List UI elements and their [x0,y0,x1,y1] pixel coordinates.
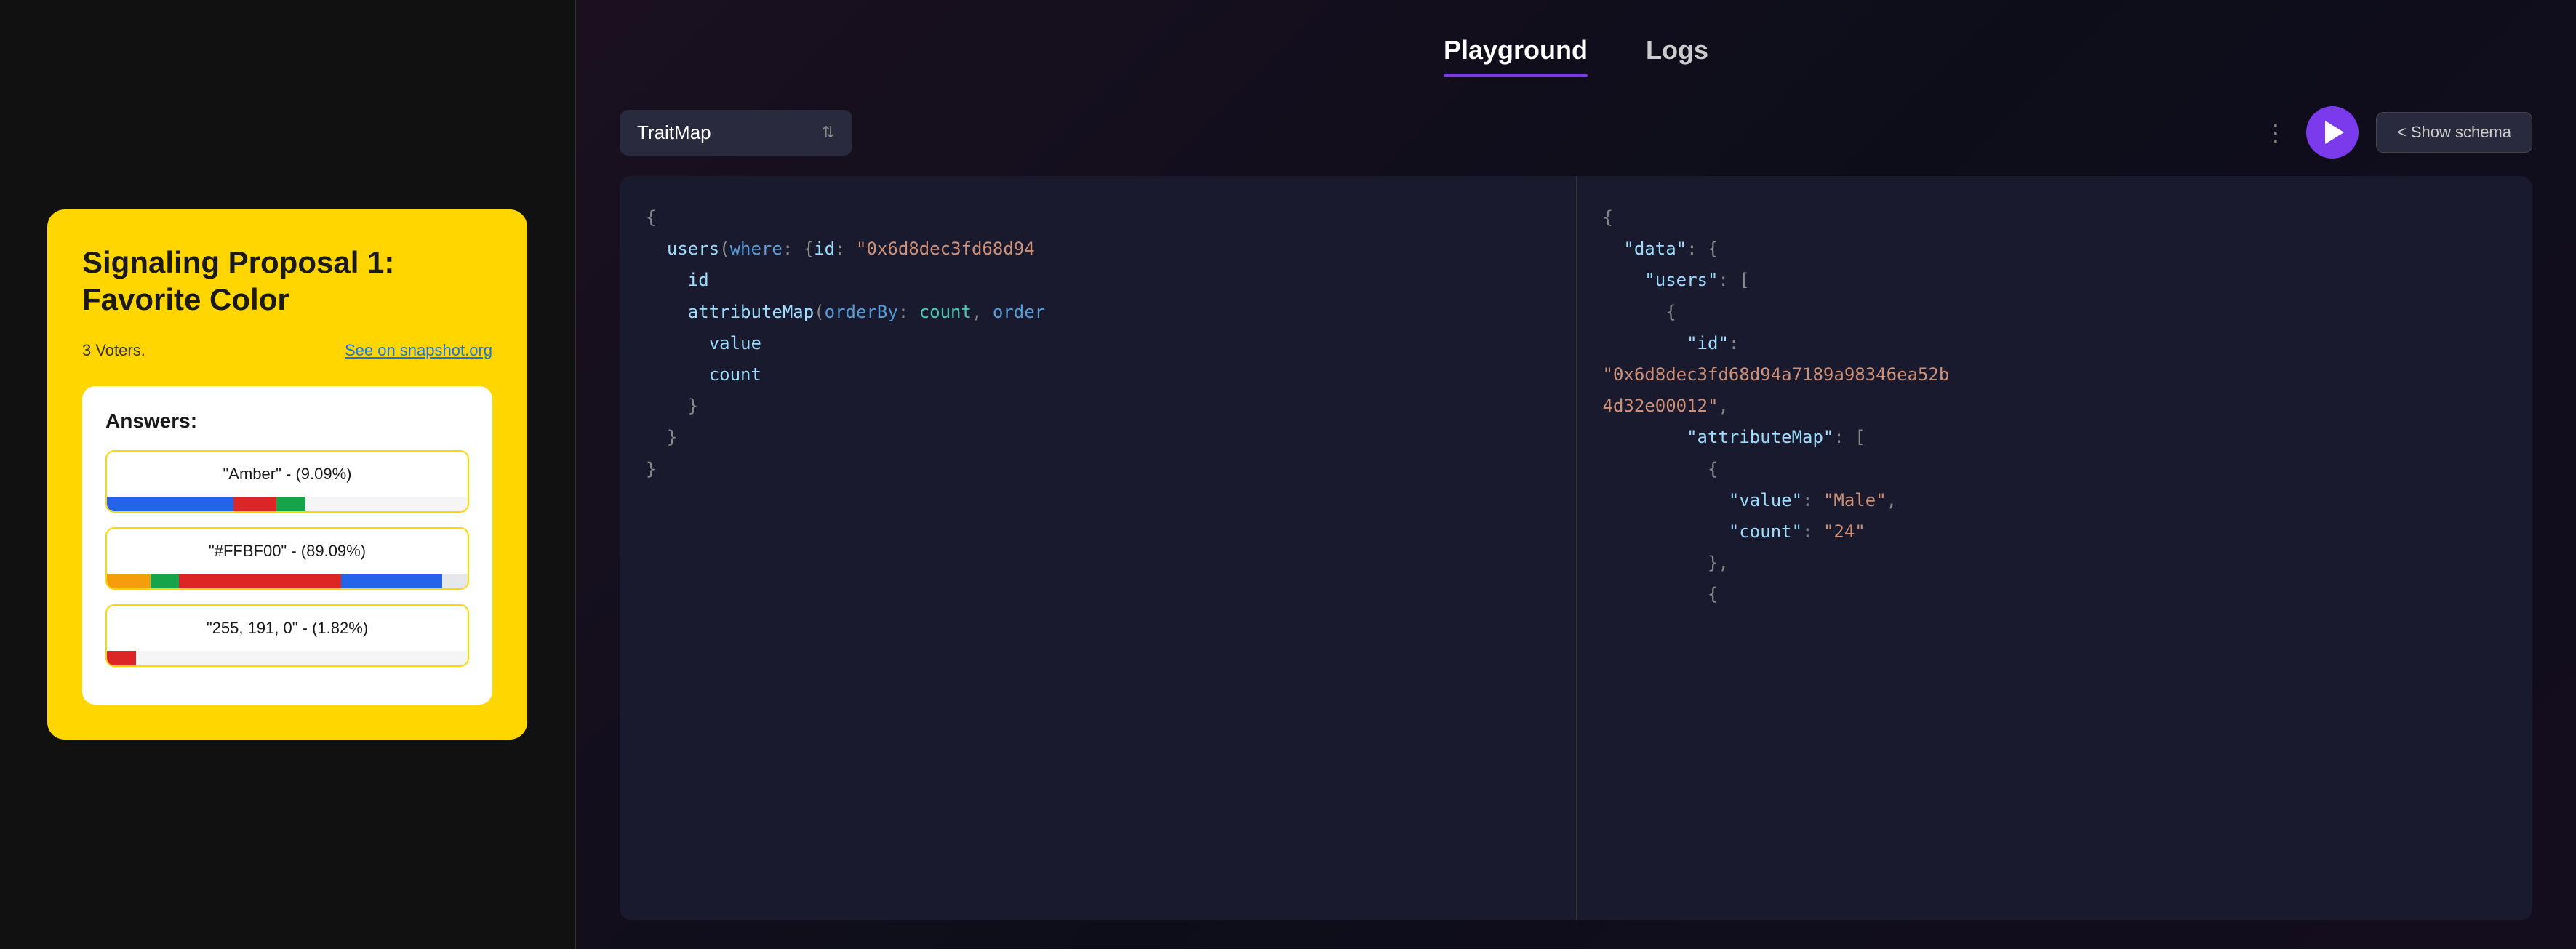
answers-section: Answers: "Amber" - (9.09%) "#FFBF00" - (… [82,386,492,705]
left-panel: Signaling Proposal 1: Favorite Color 3 V… [0,0,575,949]
bar-segment [341,574,442,588]
top-tabs: Playground Logs [576,0,2576,77]
selector-container[interactable]: TraitMap ⇅ [620,110,852,156]
proposal-meta: 3 Voters. See on snapshot.org [82,341,492,360]
split-view: { users(where: {id: "0x6d8dec3fd68d94 id… [620,176,2532,920]
result-pane: { "data": { "users": [ { "id": "0x6d8dec… [1577,176,2533,920]
tab-logs[interactable]: Logs [1646,35,1708,77]
answers-label: Answers: [105,409,469,433]
answer-item-1: "Amber" - (9.09%) [105,450,469,513]
bar-segment [107,497,233,511]
query-pane[interactable]: { users(where: {id: "0x6d8dec3fd68d94 id… [620,176,1577,920]
content-area: TraitMap ⇅ ⋮ < Show schema { users(where… [576,77,2576,949]
result-code: { "data": { "users": [ { "id": "0x6d8dec… [1603,202,2507,610]
answer-text-3: "255, 191, 0" - (1.82%) [107,606,468,651]
answer-text-1: "Amber" - (9.09%) [107,452,468,497]
bar-segment [179,574,341,588]
answer-bar-3 [107,651,468,665]
tab-playground[interactable]: Playground [1444,35,1588,77]
toolbar: TraitMap ⇅ ⋮ < Show schema [620,106,2532,159]
proposal-card: Signaling Proposal 1: Favorite Color 3 V… [47,209,527,740]
run-button[interactable] [2306,106,2359,159]
bar-segment [276,497,305,511]
chevron-updown-icon: ⇅ [822,123,835,142]
show-schema-button[interactable]: < Show schema [2376,112,2532,153]
answer-item-2: "#FFBF00" - (89.09%) [105,527,469,590]
query-code: { users(where: {id: "0x6d8dec3fd68d94 id… [646,202,1550,485]
answer-text-2: "#FFBF00" - (89.09%) [107,529,468,574]
bar-segment [151,574,180,588]
right-panel: Playground Logs TraitMap ⇅ ⋮ < Show sche… [576,0,2576,949]
answer-bar-1 [107,497,468,511]
bar-segment [107,574,151,588]
proposal-title: Signaling Proposal 1: Favorite Color [82,244,492,318]
answer-bar-2 [107,574,468,588]
bar-segment [107,651,136,665]
bar-segment [233,497,277,511]
selector-label: TraitMap [637,121,810,144]
answer-item-3: "255, 191, 0" - (1.82%) [105,604,469,667]
voters-count: 3 Voters. [82,341,145,360]
dots-menu[interactable]: ⋮ [2264,119,2289,146]
snapshot-link[interactable]: See on snapshot.org [345,341,492,360]
bar-segment [442,574,468,588]
